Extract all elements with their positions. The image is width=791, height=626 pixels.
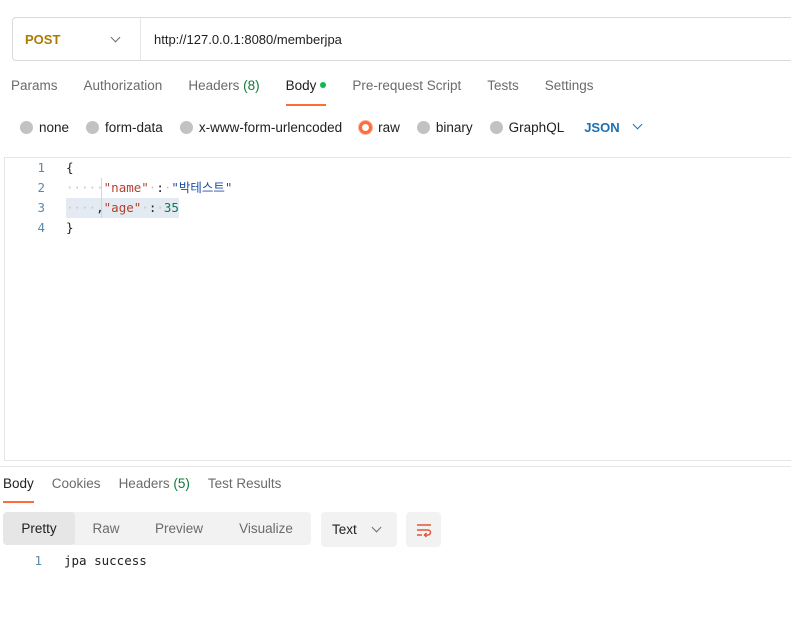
code-text: { [66,160,74,175]
line-number: 2 [37,180,45,195]
radio-button[interactable] [20,120,33,134]
line-number: 1 [34,553,42,568]
radio-button-selected[interactable] [359,120,373,134]
tab-label: Test Results [207,476,282,491]
response-view-switch: Pretty Raw Preview Visualize [3,512,311,545]
raw-format-select[interactable]: JSON [584,119,644,135]
radio-button[interactable] [416,120,430,134]
tab-label: Headers [118,476,170,491]
method-label: POST [25,31,61,47]
code-text: ·····"name"·:·"박테스트" [66,180,233,195]
request-tabs: Params Authorization Headers (8) Body Pr… [11,78,620,106]
pane-divider[interactable] [0,466,791,467]
wrap-lines-button[interactable] [406,512,441,547]
headers-count: (8) [243,78,260,93]
method-select[interactable]: POST [13,18,141,60]
body-mode-group: none form-data x-www-form-urlencoded raw… [20,117,644,137]
tab-label: Pre-request Script [352,78,462,93]
code-line: 1 { [5,158,791,178]
raw-format-label: JSON [584,119,620,135]
indent-guide [101,178,102,218]
tab-authorization[interactable]: Authorization [84,78,163,106]
tab-label: Cookies [51,476,101,491]
tab-label: Body [285,78,317,93]
tab-body[interactable]: Body [285,78,327,106]
request-url-bar: POST http://127.0.0.1:8080/memberjpa [12,17,791,61]
response-format-label: Text [332,522,357,537]
radio-button[interactable] [179,120,193,134]
wrap-lines-icon [416,523,431,538]
tab-headers[interactable]: Headers (8) [188,78,259,106]
chevron-down-icon [110,32,121,43]
chevron-down-icon [371,522,382,533]
response-body-line: 1 jpa success [0,551,400,571]
body-indicator-dot [320,82,327,88]
json-key: "age" [103,200,142,215]
view-visualize[interactable]: Visualize [221,512,311,545]
line-number: 3 [37,200,45,215]
json-value: 35 [163,200,179,215]
mode-binary[interactable]: binary [416,119,473,135]
code-text-highlighted: ····,"age"·:·35 [66,198,179,218]
mode-label: form-data [105,119,163,135]
response-tab-body[interactable]: Body [3,476,34,503]
tab-label: Body [3,476,34,491]
code-line: 3 ····,"age"·:·35 [5,198,791,218]
tab-params[interactable]: Params [11,78,58,106]
tab-label: Settings [544,78,594,93]
mode-label: raw [378,119,400,135]
response-tab-cookies[interactable]: Cookies [52,476,101,503]
view-raw[interactable]: Raw [75,512,137,545]
code-line: 2 ·····"name"·:·"박테스트" [5,178,791,198]
mode-label: binary [435,119,473,135]
request-body-editor[interactable]: 1 { 2 ·····"name"·:·"박테스트" 3 ····,"age"·… [4,157,791,461]
tab-tests[interactable]: Tests [487,78,519,106]
json-value: "박테스트" [171,180,233,195]
response-format-select[interactable]: Text [321,512,397,547]
mode-none[interactable]: none [20,120,69,135]
line-number: 4 [37,220,45,235]
mode-graphql[interactable]: GraphQL [489,119,565,135]
mode-urlencoded[interactable]: x-www-form-urlencoded [179,119,343,135]
code-line: 4 } [5,218,791,238]
tab-pre-request-script[interactable]: Pre-request Script [352,78,461,106]
response-tab-test-results[interactable]: Test Results [208,476,282,503]
chevron-down-icon [632,119,643,129]
radio-button[interactable] [86,120,100,134]
code-text: } [66,220,74,235]
tab-label: Authorization [83,78,163,93]
mode-raw[interactable]: raw [359,120,400,135]
view-preview[interactable]: Preview [137,512,221,545]
tab-settings[interactable]: Settings [545,78,594,106]
json-comma: , [96,200,104,215]
url-input[interactable]: http://127.0.0.1:8080/memberjpa [141,32,342,47]
mode-label: x-www-form-urlencoded [198,119,343,135]
line-number: 1 [37,160,45,175]
view-pretty[interactable]: Pretty [3,512,75,545]
mode-form-data[interactable]: form-data [86,120,163,135]
response-tab-headers[interactable]: Headers (5) [119,476,190,503]
tab-label: Params [11,78,58,93]
response-tabs: Body Cookies Headers (5) Test Results [3,476,299,503]
tab-label: Tests [487,78,519,93]
json-separator: : [156,180,164,195]
headers-count: (5) [173,476,190,491]
json-key: "name" [103,180,149,195]
response-text: jpa success [64,553,147,568]
mode-label: none [39,119,70,135]
mode-label: GraphQL [508,119,565,135]
tab-label: Headers [188,78,240,93]
radio-button[interactable] [489,120,503,134]
